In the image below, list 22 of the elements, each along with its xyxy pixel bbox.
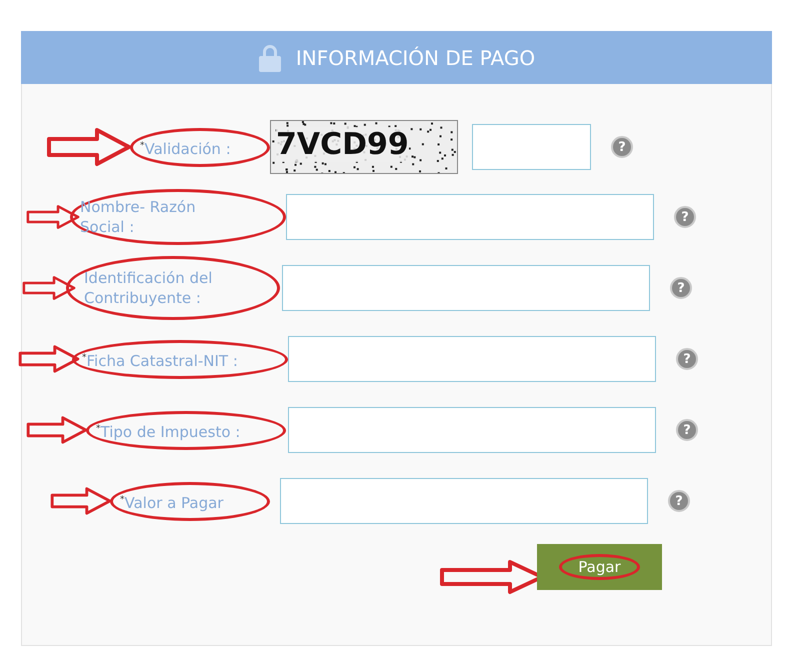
help-icon[interactable]: ? (676, 348, 698, 370)
help-icon[interactable]: ? (674, 206, 696, 228)
field-label: Nombre- Razón Social : (80, 197, 197, 237)
lock-icon (258, 44, 282, 72)
help-icon[interactable]: ? (611, 136, 633, 158)
input-field[interactable] (280, 478, 648, 524)
field-label: Identificación del Contribuyente : (84, 268, 214, 308)
captcha-input-field[interactable] (472, 124, 591, 170)
field-label: $^{*}$Ficha Catastral-NIT : (82, 350, 239, 370)
field-label: $^{*}$Valor a Pagar (120, 492, 224, 512)
field-label: $^{*}$Tipo de Impuesto : (96, 422, 240, 442)
help-icon[interactable]: ? (668, 490, 690, 512)
panel-title: INFORMACIÓN DE PAGO (296, 46, 536, 70)
field-label: $^{*}$Validación : (140, 138, 231, 158)
captcha-text: 7VCD99 (276, 127, 409, 162)
input-field[interactable] (282, 265, 650, 311)
help-icon[interactable]: ? (676, 419, 698, 441)
pay-button[interactable]: Pagar (537, 544, 662, 590)
input-field[interactable] (286, 194, 654, 240)
input-field[interactable] (288, 407, 656, 453)
input-field[interactable] (288, 336, 656, 382)
help-icon[interactable]: ? (670, 277, 692, 299)
